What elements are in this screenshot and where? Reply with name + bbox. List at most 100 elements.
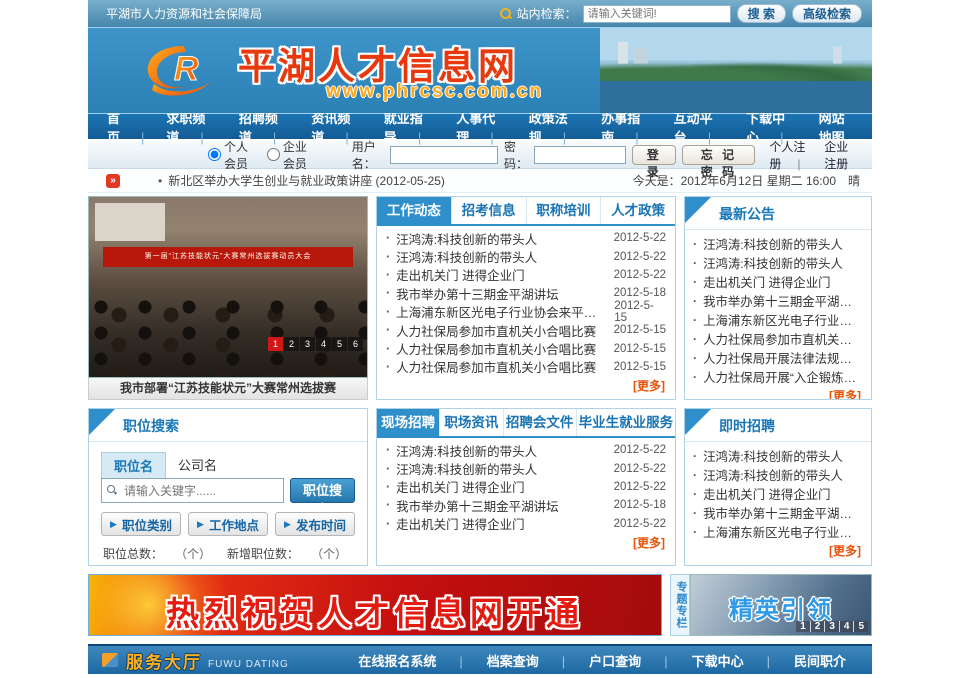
nav-item-service-guide[interactable]: 办事指南 xyxy=(590,108,662,146)
elite-page-1[interactable]: 1 xyxy=(796,621,811,632)
notice-text[interactable]: 汪鸿涛:科技创新的带头人 xyxy=(703,447,843,465)
notice-text[interactable]: 人力社保局开展“入企锻炼提素质” xyxy=(703,368,863,386)
notice-text[interactable]: 走出机关门 进得企业门 xyxy=(703,485,830,503)
personal-register-link[interactable]: 个人注册 xyxy=(761,138,816,172)
news-item[interactable]: ·走出机关门 进得企业门2012-5-22 xyxy=(386,478,666,496)
notice-item[interactable]: ·汪鸿涛:科技创新的带头人 xyxy=(693,253,863,272)
notice-item[interactable]: ·走出机关门 进得企业门 xyxy=(693,272,863,291)
celebration-banner[interactable]: 热烈祝贺人才信息网开通 xyxy=(88,574,662,636)
photo-page-6[interactable]: 6 xyxy=(348,337,363,351)
news-title[interactable]: 汪鸿涛:科技创新的带头人 xyxy=(396,441,537,460)
news-item[interactable]: ·汪鸿涛:科技创新的带头人2012-5-22 xyxy=(386,441,666,459)
advanced-search-button[interactable]: 高级检索 xyxy=(792,4,862,23)
filter-location-button[interactable]: ▶工作地点 xyxy=(188,512,268,536)
news-item[interactable]: ·人力社保局参加市直机关小合唱比赛2012-5-15 xyxy=(386,358,666,376)
notice-text[interactable]: 走出机关门 进得企业门 xyxy=(703,273,830,291)
elite-page-4[interactable]: 4 xyxy=(840,621,855,632)
tab-jobfair-files[interactable]: 招聘会文件 xyxy=(503,409,576,436)
tab-title-training[interactable]: 职称培训 xyxy=(526,197,601,224)
news-item[interactable]: ·上海浦东新区光电子行业协会来平考察2012-5-15 xyxy=(386,303,666,321)
photo-page-1[interactable]: 1 xyxy=(268,337,283,351)
news-title[interactable]: 我市举办第十三期金平湖讲坛 xyxy=(396,496,559,515)
nav-item-policy[interactable]: 政策法规 xyxy=(518,108,590,146)
notice-text[interactable]: 人力社保局开展法律法规巡回培训 xyxy=(703,349,863,367)
footer-link-hukou-query[interactable]: 户口查询 xyxy=(577,651,679,670)
footer-link-archive-query[interactable]: 档案查询 xyxy=(475,651,577,670)
search-button[interactable]: 搜 索 xyxy=(737,4,786,23)
photo-page-5[interactable]: 5 xyxy=(332,337,347,351)
news-photo[interactable]: 第一届“江苏技能状元”大赛常州选拔赛动员大会 1 2 3 4 5 6 xyxy=(88,196,368,378)
news-title[interactable]: 汪鸿涛:科技创新的带头人 xyxy=(396,229,537,248)
notice-text[interactable]: 上海浦东新区光电子行业协会来平考 xyxy=(703,523,863,541)
news-title[interactable]: 走出机关门 进得企业门 xyxy=(396,265,524,284)
news-item[interactable]: ·汪鸿涛:科技创新的带头人2012-5-22 xyxy=(386,459,666,477)
more-link[interactable]: [更多] xyxy=(633,379,665,393)
more-link[interactable]: [更多] xyxy=(633,536,665,550)
news-title[interactable]: 人力社保局参加市直机关小合唱比赛 xyxy=(396,321,596,340)
ticker-news-link[interactable]: 新北区举办大学生创业与就业政策讲座 (2012-05-25) xyxy=(158,172,445,189)
notice-item[interactable]: ·上海浦东新区光电子行业协会来平考 xyxy=(693,522,863,541)
notice-item[interactable]: ·走出机关门 进得企业门 xyxy=(693,484,863,503)
elite-page-2[interactable]: 2 xyxy=(811,621,826,632)
tab-graduate-service[interactable]: 毕业生就业服务 xyxy=(576,409,675,436)
notice-text[interactable]: 汪鸿涛:科技创新的带头人 xyxy=(703,235,843,253)
nav-item-interactive[interactable]: 互动平台 xyxy=(663,108,735,146)
notice-item[interactable]: ·我市举办第十三期金平湖讲坛 xyxy=(693,503,863,522)
job-keyword-input[interactable] xyxy=(101,478,284,503)
notice-text[interactable]: 上海浦东新区光电子行业协会来平考 xyxy=(703,311,863,329)
footer-link-private-agency[interactable]: 民间职介 xyxy=(782,651,858,670)
notice-item[interactable]: ·人力社保局开展法律法规巡回培训 xyxy=(693,348,863,367)
notice-item[interactable]: ·上海浦东新区光电子行业协会来平考 xyxy=(693,310,863,329)
filter-category-button[interactable]: ▶职位类别 xyxy=(101,512,181,536)
news-item[interactable]: ·我市举办第十三期金平湖讲坛2012-5-18 xyxy=(386,496,666,514)
notice-text[interactable]: 人力社保局参加市直机关小合唱比赛 xyxy=(703,330,863,348)
tab-position-name[interactable]: 职位名 xyxy=(101,452,166,478)
elite-page-3[interactable]: 3 xyxy=(825,621,840,632)
elite-page-5[interactable]: 5 xyxy=(854,621,868,632)
news-item[interactable]: ·人力社保局参加市直机关小合唱比赛2012-5-15 xyxy=(386,321,666,339)
company-member-radio[interactable]: 企业会员 xyxy=(267,138,310,172)
tab-exam-info[interactable]: 招考信息 xyxy=(451,197,526,224)
username-field[interactable] xyxy=(390,146,498,164)
notice-item[interactable]: ·人力社保局参加市直机关小合唱比赛 xyxy=(693,329,863,348)
news-title[interactable]: 上海浦东新区光电子行业协会来平考察 xyxy=(396,302,606,321)
news-item[interactable]: ·走出机关门 进得企业门2012-5-22 xyxy=(386,515,666,533)
photo-page-2[interactable]: 2 xyxy=(284,337,299,351)
notice-item[interactable]: ·汪鸿涛:科技创新的带头人 xyxy=(693,465,863,484)
tab-work-news[interactable]: 工作动态 xyxy=(377,197,451,224)
elite-photo[interactable]: 精英引领 1 2 3 4 5 xyxy=(690,574,872,636)
news-item[interactable]: ·人力社保局参加市直机关小合唱比赛2012-5-15 xyxy=(386,339,666,357)
site-search-input[interactable] xyxy=(583,5,731,23)
job-search-button[interactable]: 职位搜索 xyxy=(290,478,355,503)
notice-item[interactable]: ·汪鸿涛:科技创新的带头人 xyxy=(693,234,863,253)
personal-member-radio[interactable]: 个人会员 xyxy=(208,138,251,172)
more-link[interactable]: [更多] xyxy=(829,544,861,558)
notice-item[interactable]: ·汪鸿涛:科技创新的带头人 xyxy=(693,446,863,465)
tab-talent-policy[interactable]: 人才政策 xyxy=(600,197,675,224)
news-title[interactable]: 人力社保局参加市直机关小合唱比赛 xyxy=(396,357,596,376)
news-title[interactable]: 走出机关门 进得企业门 xyxy=(396,514,524,533)
company-register-link[interactable]: 企业注册 xyxy=(816,138,860,172)
notice-item[interactable]: ·人力社保局开展“入企锻炼提素质” xyxy=(693,367,863,386)
special-column-strip[interactable]: 专题专栏 xyxy=(670,574,690,636)
news-title[interactable]: 我市举办第十三期金平湖讲坛 xyxy=(396,284,559,303)
photo-page-4[interactable]: 4 xyxy=(316,337,331,351)
notice-text[interactable]: 汪鸿涛:科技创新的带头人 xyxy=(703,466,843,484)
photo-page-3[interactable]: 3 xyxy=(300,337,315,351)
photo-caption[interactable]: 我市部署“江苏技能状元”大赛常州选拔赛 xyxy=(88,378,368,400)
news-title[interactable]: 汪鸿涛:科技创新的带头人 xyxy=(396,247,537,266)
filter-date-button[interactable]: ▶发布时间 xyxy=(275,512,355,536)
notice-text[interactable]: 汪鸿涛:科技创新的带头人 xyxy=(703,254,843,272)
tab-workplace-info[interactable]: 职场资讯 xyxy=(439,409,502,436)
password-field[interactable] xyxy=(534,146,626,164)
tab-onsite-recruit[interactable]: 现场招聘 xyxy=(377,409,439,436)
news-item[interactable]: ·汪鸿涛:科技创新的带头人2012-5-22 xyxy=(386,229,666,247)
news-title[interactable]: 走出机关门 进得企业门 xyxy=(396,477,524,496)
news-title[interactable]: 人力社保局参加市直机关小合唱比赛 xyxy=(396,339,596,358)
notice-item[interactable]: ·我市举办第十三期金平湖讲坛 xyxy=(693,291,863,310)
news-item[interactable]: ·汪鸿涛:科技创新的带头人2012-5-22 xyxy=(386,247,666,265)
login-button[interactable]: 登 录 xyxy=(632,145,676,165)
forgot-password-button[interactable]: 忘 记 密 码 xyxy=(682,145,755,165)
news-item[interactable]: ·走出机关门 进得企业门2012-5-22 xyxy=(386,266,666,284)
nav-item-home[interactable]: 首页 xyxy=(96,108,155,146)
